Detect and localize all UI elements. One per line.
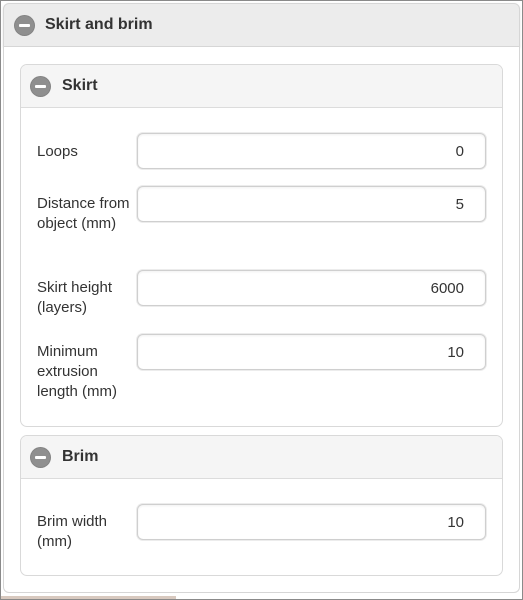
skirt-and-brim-window: Skirt and brim Skirt Loops Distance from… bbox=[0, 0, 523, 600]
skirt-section-title: Skirt bbox=[62, 77, 98, 94]
skirt-and-brim-header[interactable]: Skirt and brim bbox=[3, 3, 520, 47]
minimum-extrusion-length-input[interactable] bbox=[137, 334, 486, 370]
collapse-skirt-and-brim-icon[interactable] bbox=[14, 14, 35, 36]
brim-width-label: Brim width (mm) bbox=[37, 513, 108, 550]
collapse-skirt-icon[interactable] bbox=[30, 75, 51, 97]
brim-section-header[interactable]: Brim bbox=[21, 436, 502, 479]
brim-section-title: Brim bbox=[62, 448, 99, 465]
skirt-and-brim-title: Skirt and brim bbox=[45, 16, 153, 33]
skirt-height-label: Skirt height (layers) bbox=[37, 279, 113, 316]
brim-section: Brim Brim width (mm) bbox=[20, 435, 503, 576]
skirt-section: Skirt Loops Distance from object (mm) Sk… bbox=[20, 64, 503, 427]
loops-label: Loops bbox=[37, 143, 78, 160]
brim-width-input[interactable] bbox=[137, 504, 486, 540]
minimum-extrusion-length-label: Minimum extrusion length (mm) bbox=[37, 343, 118, 400]
distance-from-object-input[interactable] bbox=[137, 186, 486, 222]
skirt-height-input[interactable] bbox=[137, 270, 486, 306]
bottom-scroll-indicator bbox=[1, 596, 176, 599]
loops-input[interactable] bbox=[137, 133, 486, 169]
distance-from-object-label: Distance from object (mm) bbox=[37, 195, 130, 232]
skirt-section-header[interactable]: Skirt bbox=[21, 65, 502, 108]
collapse-brim-icon[interactable] bbox=[30, 446, 51, 468]
